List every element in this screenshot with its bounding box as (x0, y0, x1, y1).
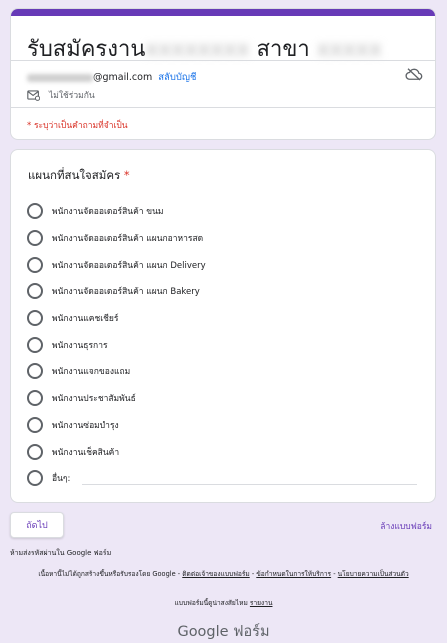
radio-button[interactable] (27, 416, 43, 433)
account-row: @gmail.com สลับบัญชี (27, 70, 196, 85)
option-label: พนักงานเช็คสินค้า (52, 447, 120, 458)
option-item[interactable]: พนักงานจัดออเดอร์สินค้า แผนก Bakery (27, 278, 427, 305)
option-item[interactable]: พนักงานแจกของแถม (27, 358, 427, 385)
radio-button[interactable] (27, 256, 43, 273)
option-other-label: อื่นๆ: (52, 474, 71, 485)
question-title-text: แผนกที่สนใจสมัคร (28, 168, 121, 182)
radio-button[interactable] (27, 336, 43, 353)
suspicious-form-text: แบบฟอร์มนี้ดูน่าสงสัยไหม (174, 599, 248, 607)
option-label: พนักงานแจกของแถม (52, 367, 131, 378)
radio-button[interactable] (27, 203, 43, 220)
required-note: * ระบุว่าเป็นคำถามที่จำเป็น (27, 121, 128, 131)
option-label: พนักงานซ่อมบำรุง (52, 420, 119, 431)
question-title: แผนกที่สนใจสมัคร * (28, 167, 130, 185)
title-redacted: xxxxxxxx (145, 37, 250, 62)
title-text: รับสมัครงาน (27, 37, 146, 62)
privacy-link[interactable]: นโยบายความเป็นส่วนตัว (338, 570, 409, 578)
disclaimer: เนื้อหานี้ไม่ได้ถูกสร้างขึ้นหรือรับรองโด… (38, 570, 409, 578)
option-item[interactable]: พนักงานแคชเชียร์ (27, 305, 427, 332)
radio-button[interactable] (27, 390, 43, 407)
terms-link[interactable]: ข้อกำหนดในการให้บริการ (256, 570, 331, 578)
next-button[interactable]: ถัดไป (10, 512, 64, 538)
option-label: พนักงานแคชเชียร์ (52, 314, 119, 325)
divider (11, 60, 435, 61)
option-item[interactable]: พนักงานจัดออเดอร์สินค้า แผนกอาหารสด (27, 225, 427, 252)
option-item[interactable]: พนักงานเช็คสินค้า (27, 438, 427, 465)
option-item[interactable]: พนักงานธุรการ (27, 331, 427, 358)
other-text-input[interactable] (82, 483, 417, 485)
radio-button[interactable] (27, 310, 43, 327)
radio-button[interactable] (27, 443, 43, 460)
not-shared-label: ไม่ใช้ร่วมกัน (49, 91, 95, 101)
option-label: พนักงานจัดออเดอร์สินค้า ขนม (52, 207, 164, 218)
suspicious-form-row: แบบฟอร์มนี้ดูน่าสงสัยไหม รายงาน (0, 597, 447, 608)
radio-button[interactable] (27, 283, 43, 300)
cloud-saved-icon (405, 68, 423, 81)
question-card: แผนกที่สนใจสมัคร * พนักงานจัดออเดอร์สินค… (10, 149, 436, 503)
not-shared-row: ไม่ใช้ร่วมกัน (27, 88, 95, 102)
title-branch-text: สาขา (256, 37, 310, 62)
report-link[interactable]: รายงาน (250, 599, 273, 607)
mail-off-icon (27, 90, 40, 101)
switch-account-link[interactable]: สลับบัญชี (158, 72, 196, 83)
header-accent-bar (11, 9, 435, 16)
option-label: พนักงานประชาสัมพันธ์ (52, 394, 136, 405)
form-header-card: รับสมัครงานxxxxxxxx สาขา xxxxx @gmail.co… (10, 8, 436, 140)
google-forms-logo[interactable]: Google ฟอร์ม (0, 620, 447, 643)
radio-button[interactable] (27, 470, 43, 487)
account-email: @gmail.com (93, 72, 153, 83)
radio-button[interactable] (27, 363, 43, 380)
options-list: พนักงานจัดออเดอร์สินค้า ขนม พนักงานจัดออ… (27, 198, 427, 492)
option-other[interactable]: อื่นๆ: (27, 465, 427, 492)
option-item[interactable]: พนักงานซ่อมบำรุง (27, 412, 427, 439)
option-label: พนักงานจัดออเดอร์สินค้า แผนกอาหารสด (52, 234, 204, 245)
disclaimer-text: เนื้อหานี้ไม่ได้ถูกสร้างขึ้นหรือรับรองโด… (38, 570, 181, 578)
option-label: พนักงานจัดออเดอร์สินค้า แผนก Bakery (52, 287, 200, 298)
contact-owner-link[interactable]: ติดต่อเจ้าของแบบฟอร์ม (182, 570, 249, 578)
divider (11, 107, 435, 108)
required-asterisk: * (123, 168, 130, 182)
option-item[interactable]: พนักงานจัดออเดอร์สินค้า แผนก Delivery (27, 251, 427, 278)
clear-form-button[interactable]: ล้างแบบฟอร์ม (380, 519, 432, 533)
email-redacted (27, 73, 93, 82)
option-item[interactable]: พนักงานจัดออเดอร์สินค้า ขนม (27, 198, 427, 225)
option-label: พนักงานจัดออเดอร์สินค้า แผนก Delivery (52, 260, 206, 271)
password-warning: ห้ามส่งรหัสผ่านใน Google ฟอร์ม (10, 549, 112, 557)
title-branch-redacted: xxxxx (316, 37, 382, 62)
option-label: พนักงานธุรการ (52, 340, 108, 351)
radio-button[interactable] (27, 230, 43, 247)
option-item[interactable]: พนักงานประชาสัมพันธ์ (27, 385, 427, 412)
